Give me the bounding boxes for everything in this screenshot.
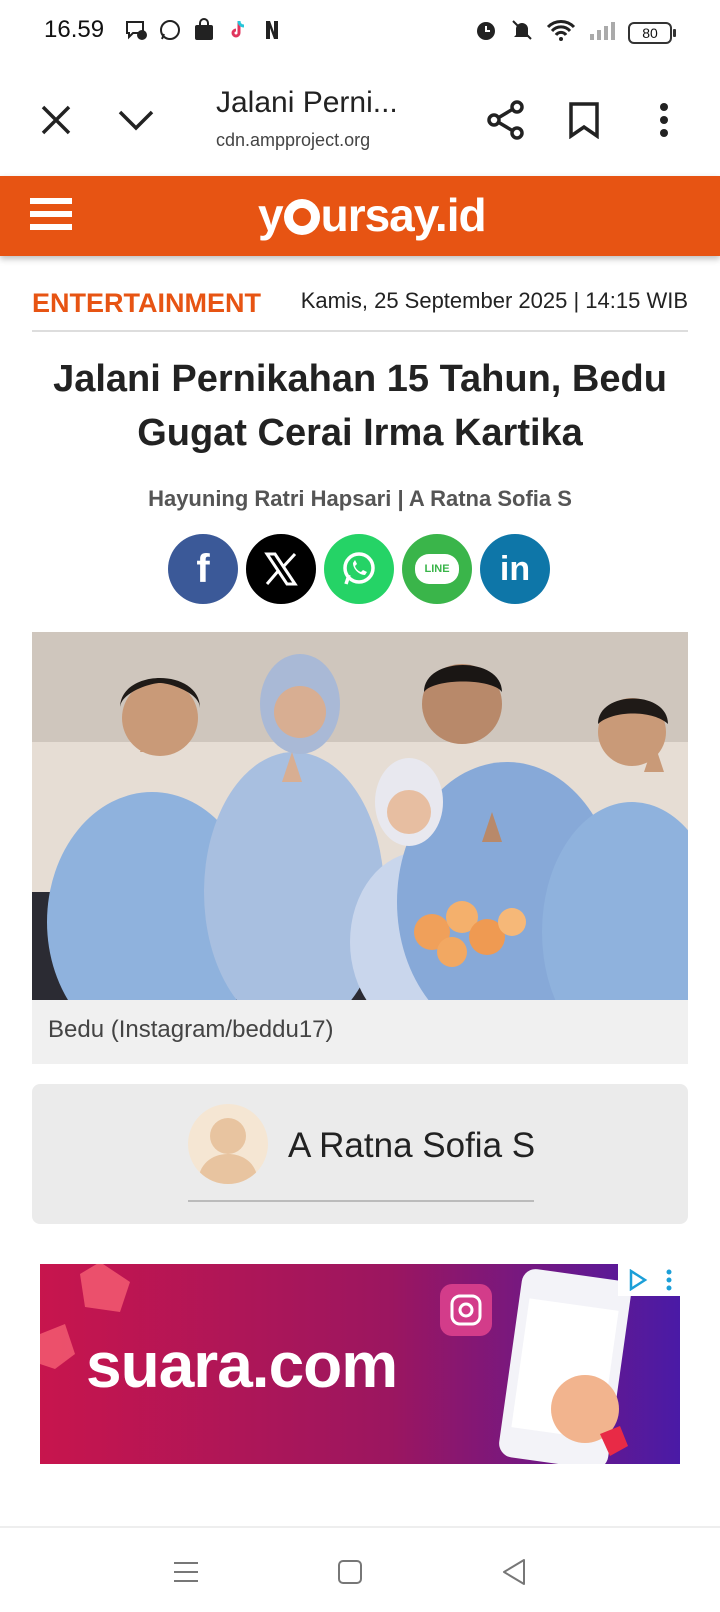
share-linkedin-button[interactable]: in bbox=[480, 534, 550, 604]
shopping-bag-icon bbox=[192, 18, 216, 42]
more-vert-icon bbox=[660, 103, 668, 137]
site-header: y ursay.id bbox=[0, 176, 720, 256]
netflix-icon bbox=[260, 18, 284, 42]
author-name[interactable]: A Ratna Sofia S bbox=[288, 1126, 535, 1166]
author-card[interactable]: A Ratna Sofia S bbox=[32, 1084, 688, 1224]
adchoices-icon bbox=[629, 1269, 647, 1291]
square-icon bbox=[338, 1560, 362, 1584]
more-options-button[interactable] bbox=[640, 96, 688, 144]
notification-icons bbox=[124, 18, 284, 42]
signal-icon bbox=[588, 18, 616, 47]
whatsapp-icon bbox=[343, 552, 375, 585]
minimize-button[interactable] bbox=[112, 96, 160, 144]
article-headline: Jalani Pernikahan 15 Tahun, Bedu Gugat C… bbox=[53, 358, 667, 454]
home-button[interactable] bbox=[332, 1554, 368, 1590]
ad-choices-badge[interactable] bbox=[618, 1264, 680, 1296]
menu-button[interactable] bbox=[30, 198, 72, 234]
share-line-button[interactable]: LINE bbox=[402, 534, 472, 604]
wifi-icon bbox=[546, 18, 576, 47]
category-link[interactable]: ENTERTAINMENT bbox=[32, 288, 261, 319]
site-logo[interactable]: y ursay.id bbox=[258, 188, 487, 242]
x-icon bbox=[264, 552, 298, 586]
system-navigation-bar bbox=[0, 1528, 720, 1612]
avatar bbox=[188, 1104, 268, 1184]
linkedin-icon: in bbox=[499, 549, 531, 588]
share-buttons: f LINE in bbox=[168, 534, 550, 604]
tiktok-icon bbox=[226, 18, 250, 42]
page-url: cdn.ampproject.org bbox=[216, 130, 371, 150]
facebook-icon: f bbox=[196, 546, 210, 591]
photo-caption: Bedu (Instagram/beddu17) bbox=[32, 1000, 688, 1064]
back-button[interactable] bbox=[496, 1554, 532, 1590]
article-meta: ENTERTAINMENT Kamis, 25 September 2025 |… bbox=[32, 282, 688, 332]
status-time: 16.59 bbox=[44, 16, 105, 43]
logo-o-mark bbox=[283, 199, 320, 235]
more-vert-icon bbox=[666, 1269, 671, 1291]
share-x-button[interactable] bbox=[246, 534, 316, 604]
alarm-icon bbox=[474, 18, 498, 47]
advertisement-banner[interactable]: suara.com bbox=[40, 1264, 680, 1464]
status-bar: 16.59 80 bbox=[0, 0, 720, 66]
messenger-icon bbox=[124, 18, 148, 42]
whatsapp-notif-icon bbox=[158, 18, 182, 42]
system-icons: 80 bbox=[474, 18, 676, 47]
chevron-down-icon bbox=[118, 110, 154, 131]
hamburger-icon bbox=[30, 198, 72, 204]
close-icon bbox=[41, 105, 71, 135]
close-button[interactable] bbox=[32, 96, 80, 144]
publish-date: Kamis, 25 September 2025 | 14:15 WIB bbox=[300, 288, 688, 313]
line-icon: LINE bbox=[415, 554, 459, 584]
user-placeholder-icon bbox=[198, 1118, 258, 1184]
recent-apps-button[interactable] bbox=[168, 1554, 204, 1590]
browser-toolbar: Jalani Perni... cdn.ampproject.org bbox=[0, 66, 720, 176]
family-photo-illustration bbox=[32, 632, 688, 1000]
battery-indicator: 80 bbox=[628, 21, 676, 44]
page-title: Jalani Perni... bbox=[216, 86, 398, 119]
article-photo bbox=[32, 632, 688, 1000]
ad-text: suara.com bbox=[86, 1329, 398, 1401]
share-button[interactable] bbox=[482, 96, 530, 144]
bookmark-button[interactable] bbox=[560, 96, 608, 144]
menu-lines-icon bbox=[174, 1562, 198, 1582]
mute-icon bbox=[510, 18, 534, 47]
article-authors: Hayuning Ratri Hapsari | A Ratna Sofia S bbox=[148, 486, 572, 511]
back-triangle-icon bbox=[503, 1559, 525, 1585]
share-whatsapp-button[interactable] bbox=[324, 534, 394, 604]
share-icon bbox=[487, 100, 524, 140]
share-facebook-button[interactable]: f bbox=[168, 534, 238, 604]
bookmark-icon bbox=[569, 102, 599, 139]
author-divider bbox=[188, 1200, 534, 1202]
